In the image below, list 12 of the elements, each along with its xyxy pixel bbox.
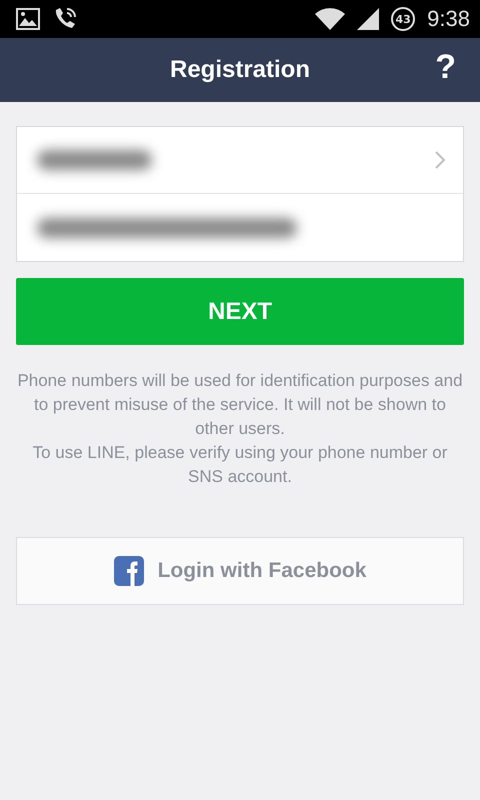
notice-text: Phone numbers will be used for identification purposes and to prevent misuse of the service. It will not be shown to other users. <box>16 370 464 440</box>
facebook-login-button[interactable]: Login with Facebook <box>16 537 464 605</box>
wifi-icon <box>315 8 346 30</box>
header-title: Registration <box>170 56 310 84</box>
notice-text: To use LINE, please verify using your phone number or SNS account. <box>32 442 448 488</box>
clock-time: 9:38 <box>427 6 470 32</box>
next-button[interactable]: NEXT <box>16 278 464 345</box>
help-button[interactable]: ? <box>435 48 456 87</box>
image-icon <box>16 8 40 30</box>
facebook-icon <box>114 556 144 586</box>
battery-indicator: 43 <box>391 7 416 31</box>
signal-icon <box>357 8 380 30</box>
